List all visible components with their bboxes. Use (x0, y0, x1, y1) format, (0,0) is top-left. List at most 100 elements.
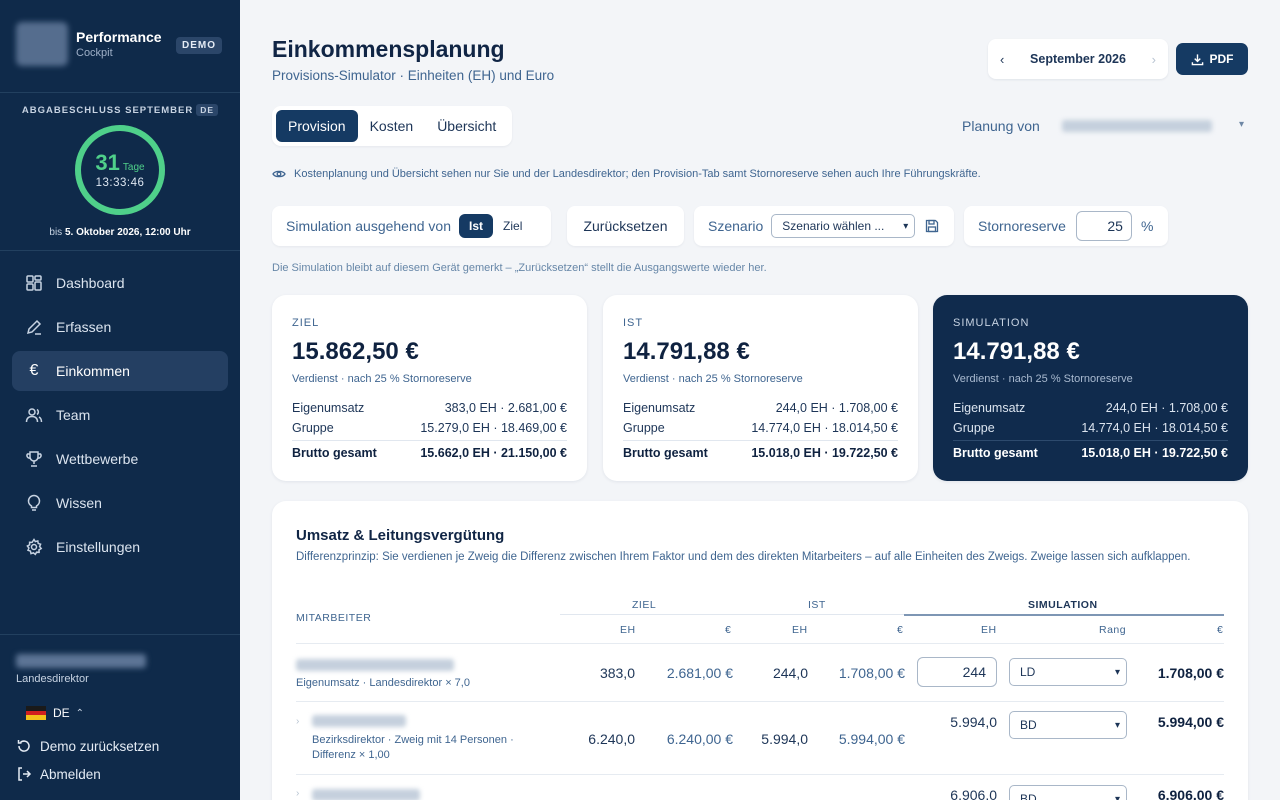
sim-rang-select[interactable]: BD ▾ (1009, 785, 1127, 800)
deadline-label-text: ABGABESCHLUSS SEPTEMBER (21, 105, 194, 116)
sim-rang-select[interactable]: BD ▾ (1009, 711, 1127, 739)
reset-button[interactable]: Zurücksetzen (567, 206, 684, 246)
deadline-label: ABGABESCHLUSS SEPTEMBER DE (0, 104, 240, 116)
pdf-export-button[interactable]: PDF (1176, 43, 1248, 75)
reset-demo-link[interactable]: Demo zurücksetzen (16, 738, 159, 754)
sim-eh-value: 6.906,0 (950, 787, 997, 800)
countdown-ring: 31 Tage 13:33:46 (74, 124, 166, 216)
kpi-value: 14.791,88 € (953, 338, 1080, 365)
grid-icon (24, 273, 44, 293)
until-prefix: bis (49, 227, 63, 238)
sidebar-item-team[interactable]: Team (12, 395, 228, 435)
demo-badge: DEMO (176, 37, 222, 54)
divider (904, 614, 1224, 616)
app-name: Performance (76, 29, 162, 45)
sim-eh-input[interactable]: 244 (917, 657, 997, 687)
simulation-source-label: Simulation ausgehend von (286, 218, 452, 234)
month-picker: ‹ September 2026 › (988, 39, 1168, 79)
kpi-row-label: Gruppe (623, 421, 665, 435)
sidebar-item-einkommen[interactable]: € Einkommen (12, 351, 228, 391)
divider (292, 440, 567, 441)
expand-chevron-icon[interactable]: › (296, 716, 299, 727)
section-title: Umsatz & Leitungsvergütung (296, 527, 505, 544)
logout-link[interactable]: Abmelden (16, 766, 101, 782)
tab-provision[interactable]: Provision (276, 110, 358, 142)
plan-of-select[interactable]: ▾ (1052, 111, 1248, 141)
col-header-ziel-eur: € (725, 624, 732, 636)
eye-icon (272, 170, 286, 178)
rang-value: BD (1020, 792, 1037, 800)
sidebar-item-dashboard[interactable]: Dashboard (12, 263, 228, 303)
save-icon[interactable] (925, 219, 939, 233)
sidebar-item-label: Wettbewerbe (56, 451, 139, 467)
option-ziel[interactable]: Ziel (493, 214, 532, 238)
storno-unit: % (1140, 218, 1154, 234)
kpi-row-gruppe: Gruppe 14.774,0 EH · 18.014,50 € (953, 421, 1228, 435)
kpi-row-gruppe: Gruppe 14.774,0 EH · 18.014,50 € (623, 421, 898, 435)
rang-value: LD (1020, 665, 1036, 679)
sidebar-item-label: Wissen (56, 495, 102, 511)
simulation-note: Die Simulation bleibt auf diesem Gerät g… (272, 262, 767, 274)
until-date: 5. Oktober 2026, 12:00 Uhr (64, 227, 191, 238)
kpi-card-ist: IST 14.791,88 € Verdienst · nach 25 % St… (603, 295, 918, 481)
euro-icon: € (29, 362, 39, 379)
sim-eur-value: 6.906,00 € (1157, 787, 1224, 800)
option-ist[interactable]: Ist (459, 214, 494, 238)
sidebar-item-einstellungen[interactable]: Einstellungen (12, 527, 228, 567)
col-header-employee: MITARBEITER (296, 612, 372, 624)
expand-chevron-icon[interactable]: › (296, 788, 299, 799)
sidebar-item-label: Team (56, 407, 91, 423)
row-subtitle-2: Differenz × 1,00 (312, 749, 390, 761)
divider (732, 614, 904, 615)
employee-name-redacted (312, 715, 406, 727)
kpi-row-label: Brutto gesamt (623, 446, 708, 460)
page-subtitle: Provisions-Simulator · Einheiten (EH) un… (272, 68, 555, 83)
divider (560, 614, 732, 615)
storno-label: Stornoreserve (978, 218, 1066, 234)
divider (0, 634, 240, 635)
language-switcher[interactable]: DE ⌃ (26, 706, 85, 721)
chevron-left-icon[interactable]: ‹ (1000, 52, 1004, 67)
brand[interactable]: Performance Cockpit DEMO (16, 20, 226, 72)
col-group-ist: IST (808, 599, 826, 611)
col-header-ziel-eh: EH (620, 624, 636, 636)
employee-name-redacted (312, 789, 420, 800)
reset-label: Zurücksetzen (583, 218, 668, 234)
kpi-row-gruppe: Gruppe 15.279,0 EH · 18.469,00 € (292, 421, 567, 435)
month-label: September 2026 (1030, 52, 1126, 66)
kpi-row-value: 244,0 EH · 1.708,00 € (1105, 401, 1228, 415)
col-header-ist-eur: € (897, 624, 904, 636)
kpi-label: ZIEL (292, 317, 320, 329)
sim-rang-select[interactable]: LD ▾ (1009, 658, 1127, 686)
user-role: Landesdirektor (16, 673, 89, 685)
chevron-down-icon: ▾ (903, 220, 909, 232)
gear-icon (24, 537, 44, 557)
section-description: Differenzprinzip: Sie verdienen je Zweig… (296, 551, 1191, 563)
scenario-select[interactable]: Szenario wählen ... ▾ (771, 214, 916, 238)
tab-kosten[interactable]: Kosten (358, 110, 426, 142)
scenario-control: Szenario Szenario wählen ... ▾ (694, 206, 954, 246)
chevron-up-icon: ⌃ (75, 707, 85, 719)
storno-input[interactable]: 25 (1075, 211, 1132, 241)
storno-control: Stornoreserve 25 % (964, 206, 1168, 246)
countdown-days: 31 Tage (74, 150, 166, 176)
ist-eur-value: 1.708,00 € (838, 665, 905, 681)
col-header-sim-eur: € (1217, 624, 1224, 636)
kpi-card-ziel: ZIEL 15.862,50 € Verdienst · nach 25 % S… (272, 295, 587, 481)
kpi-row-value: 244,0 EH · 1.708,00 € (775, 401, 898, 415)
kpi-row-label: Gruppe (292, 421, 334, 435)
sidebar-item-wettbewerbe[interactable]: Wettbewerbe (12, 439, 228, 479)
kpi-row-total: Brutto gesamt 15.018,0 EH · 19.722,50 € (953, 446, 1228, 460)
sidebar-item-erfassen[interactable]: Erfassen (12, 307, 228, 347)
chevron-right-icon[interactable]: › (1152, 52, 1156, 67)
kpi-row-eigenumsatz: Eigenumsatz 383,0 EH · 2.681,00 € (292, 401, 567, 415)
tab-uebersicht[interactable]: Übersicht (425, 110, 508, 142)
sidebar-item-wissen[interactable]: Wissen (12, 483, 228, 523)
employee-name-redacted (296, 659, 454, 671)
page-title: Einkommensplanung (272, 36, 505, 62)
logout-label: Abmelden (40, 766, 101, 782)
main-content: Einkommensplanung Provisions-Simulator ·… (240, 0, 1280, 800)
sidebar-item-label: Erfassen (56, 319, 112, 335)
plan-of-label: Planung von (962, 118, 1040, 134)
lightbulb-icon (24, 493, 44, 513)
